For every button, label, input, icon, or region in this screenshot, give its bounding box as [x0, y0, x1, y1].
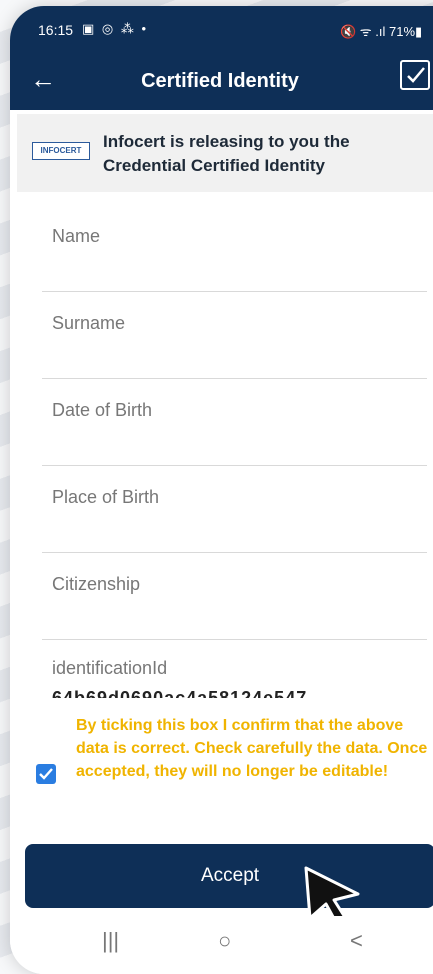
notification-icons: ▣ ◎ ⁂ • — [82, 21, 149, 36]
system-status-icons: 🔇 ᯤ .ıl 71%▮ — [340, 24, 423, 39]
page-title: Certified Identity — [141, 70, 299, 92]
field-date-of-birth[interactable]: Date of Birth — [42, 380, 427, 466]
accept-button[interactable]: Accept — [25, 844, 433, 908]
confirmation-text: By ticking this box I confirm that the a… — [76, 717, 428, 780]
field-value: 64b69d0690ac4a58124e547 — [52, 688, 308, 698]
issuer-message: Infocert is releasing to you the Credent… — [103, 132, 350, 175]
app-bar: ← Certified Identity — [10, 54, 433, 110]
status-bar: 16:15 ▣ ◎ ⁂ • 🔇 ᯤ .ıl 71%▮ — [10, 6, 433, 54]
field-identification-id[interactable]: identificationId 64b69d0690ac4a58124e547 — [42, 648, 427, 698]
nav-back-icon[interactable]: < — [350, 928, 363, 954]
field-name[interactable]: Name — [42, 206, 427, 292]
field-surname[interactable]: Surname — [42, 293, 427, 379]
home-icon[interactable]: ○ — [218, 928, 231, 954]
field-label: Surname — [52, 313, 126, 333]
field-place-of-birth[interactable]: Place of Birth — [42, 467, 427, 553]
infocert-logo: INFOCERT — [32, 142, 90, 160]
status-time: 16:15 — [38, 22, 74, 38]
field-citizenship[interactable]: Citizenship — [42, 554, 427, 640]
recent-apps-icon[interactable]: ||| — [102, 928, 119, 954]
phone-screen: 16:15 ▣ ◎ ⁂ • 🔇 ᯤ .ıl 71%▮ ← Certified I… — [10, 6, 433, 974]
checkbox-icon[interactable] — [400, 60, 430, 90]
confirmation-section: By ticking this box I confirm that the a… — [10, 706, 433, 836]
field-label: Place of Birth — [52, 487, 160, 507]
field-label: Date of Birth — [52, 400, 153, 420]
confirm-checkbox[interactable] — [36, 764, 56, 784]
field-label: Name — [52, 226, 101, 246]
field-label: Citizenship — [52, 574, 141, 594]
field-label: identificationId — [52, 658, 168, 678]
issuer-banner: INFOCERT Infocert is releasing to you th… — [17, 114, 433, 192]
system-nav-bar: ||| ○ < — [10, 916, 433, 974]
